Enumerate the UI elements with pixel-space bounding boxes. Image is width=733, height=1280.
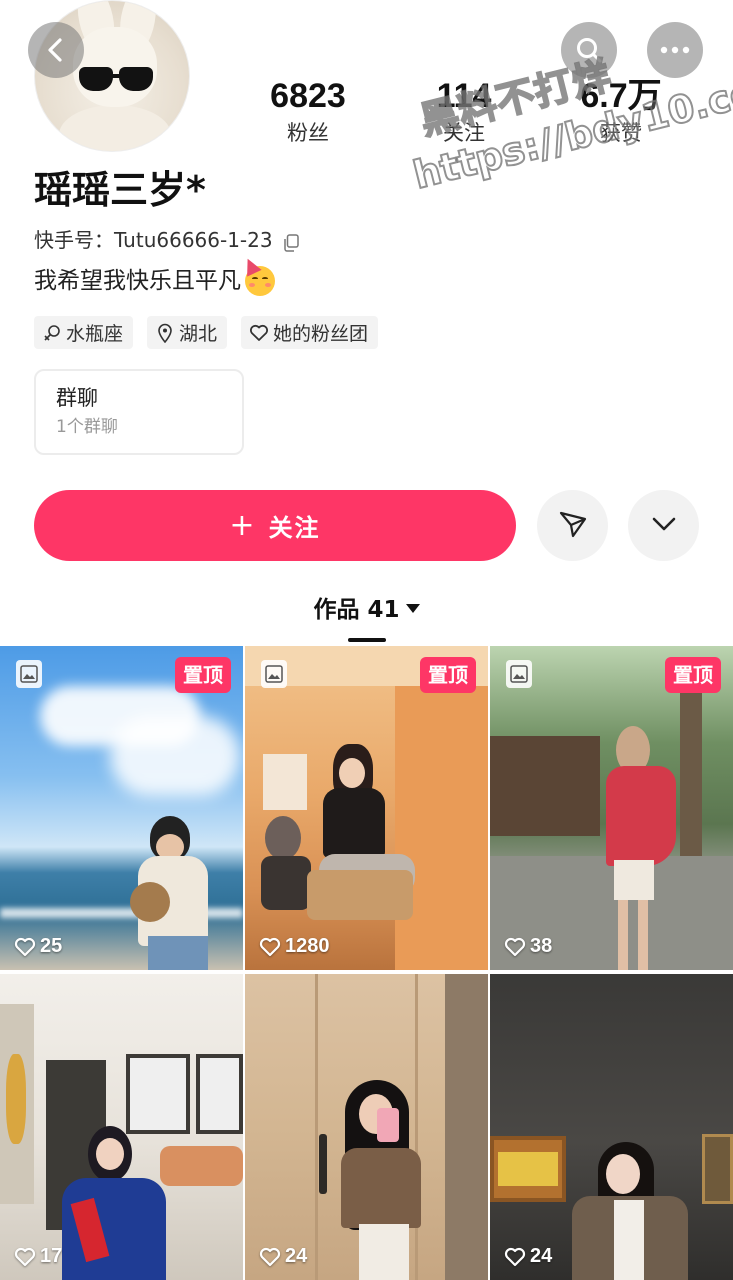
heart-outline-icon [259,1247,281,1266]
message-button[interactable] [537,490,608,561]
kuaishou-id: 快手号：Tutu66666-1-23 [34,228,273,252]
stat-followers[interactable]: 6823 粉丝 [253,76,363,148]
plus-icon: + [229,507,257,543]
stat-likes[interactable]: 6.7万 获赞 [566,76,676,148]
post-tile[interactable]: 17 [0,974,243,1280]
expand-button[interactable] [628,490,699,561]
post-likes-count: 25 [40,935,63,957]
post-likes: 17 [14,1245,62,1268]
more-button[interactable] [647,22,703,78]
zodiac-icon [42,323,62,343]
heart-outline-icon [14,937,36,956]
post-likes-count: 24 [285,1245,308,1267]
post-likes: 38 [504,935,552,958]
follow-label: 关注 [268,514,321,542]
tab-indicator [348,638,386,642]
heart-outline-icon [14,1247,36,1266]
search-icon [575,36,603,64]
stat-value: 114 [436,77,492,115]
stat-following[interactable]: 114 关注 [409,76,519,148]
kuaishou-id-row[interactable]: 快手号：Tutu66666-1-23 [34,226,299,254]
tab-works[interactable]: 作品 41 [0,594,733,626]
post-likes-count: 17 [40,1245,63,1267]
group-chat-count: 1个群聊 [56,417,118,437]
tag-label: 她的粉丝团 [273,323,369,345]
send-plane-icon [558,509,588,543]
post-likes: 1280 [259,935,330,958]
post-likes: 24 [259,1245,307,1268]
chevron-left-icon [43,37,69,63]
stat-label: 粉丝 [287,121,329,145]
follow-button[interactable]: + 关注 [34,490,516,561]
tag-zodiac[interactable]: 水瓶座 [34,316,134,349]
caret-down-icon [405,604,420,613]
stat-label: 获赞 [600,121,642,145]
post-tile[interactable]: 置顶 25 [0,646,243,970]
post-tile[interactable]: 置顶 1280 [245,646,488,970]
post-likes-count: 1280 [285,935,330,957]
post-tile[interactable]: 置顶 38 [490,646,733,970]
profile-bio-row: 我希望我快乐且平凡 [34,255,275,298]
stat-value: 6823 [270,77,346,115]
profile-tags: 水瓶座 湖北 她的粉丝团 [34,316,379,349]
heart-outline-icon [249,323,269,343]
heart-outline-icon [259,937,281,956]
post-tile[interactable]: 24 [490,974,733,1280]
party-face-emoji-icon [240,255,275,296]
pinned-badge: 置顶 [665,657,721,693]
heart-outline-icon [504,937,526,956]
tag-label: 水瓶座 [66,323,124,345]
group-chat-title: 群聊 [56,386,98,410]
chevron-down-icon [651,516,677,536]
profile-name: 瑶瑶三岁* [34,168,206,212]
image-post-icon [16,660,42,688]
profile-page: 6823 粉丝 114 关注 6.7万 获赞 黑料不打烊 https://bdy… [0,0,733,1280]
tag-location[interactable]: 湖北 [147,316,228,349]
stat-value: 6.7万 [580,77,662,115]
pinned-badge: 置顶 [420,657,476,693]
search-button[interactable] [561,22,617,78]
heart-outline-icon [504,1247,526,1266]
post-likes: 25 [14,935,62,958]
post-likes-count: 24 [530,1245,553,1267]
image-post-icon [261,660,287,688]
profile-bio: 我希望我快乐且平凡 [34,268,241,294]
tag-label: 湖北 [179,323,218,345]
back-button[interactable] [28,22,84,78]
tab-works-label: 作品 41 [313,597,400,623]
pinned-badge: 置顶 [175,657,231,693]
more-dots-icon [660,46,690,54]
post-likes: 24 [504,1245,552,1268]
tag-fan-club[interactable]: 她的粉丝团 [241,316,379,349]
group-chat-card[interactable]: 群聊 1个群聊 [34,369,244,455]
post-tile[interactable]: 24 [245,974,488,1280]
location-pin-icon [155,323,175,343]
copy-icon[interactable] [283,231,299,252]
stat-label: 关注 [443,121,485,145]
image-post-icon [506,660,532,688]
post-likes-count: 38 [530,935,553,957]
